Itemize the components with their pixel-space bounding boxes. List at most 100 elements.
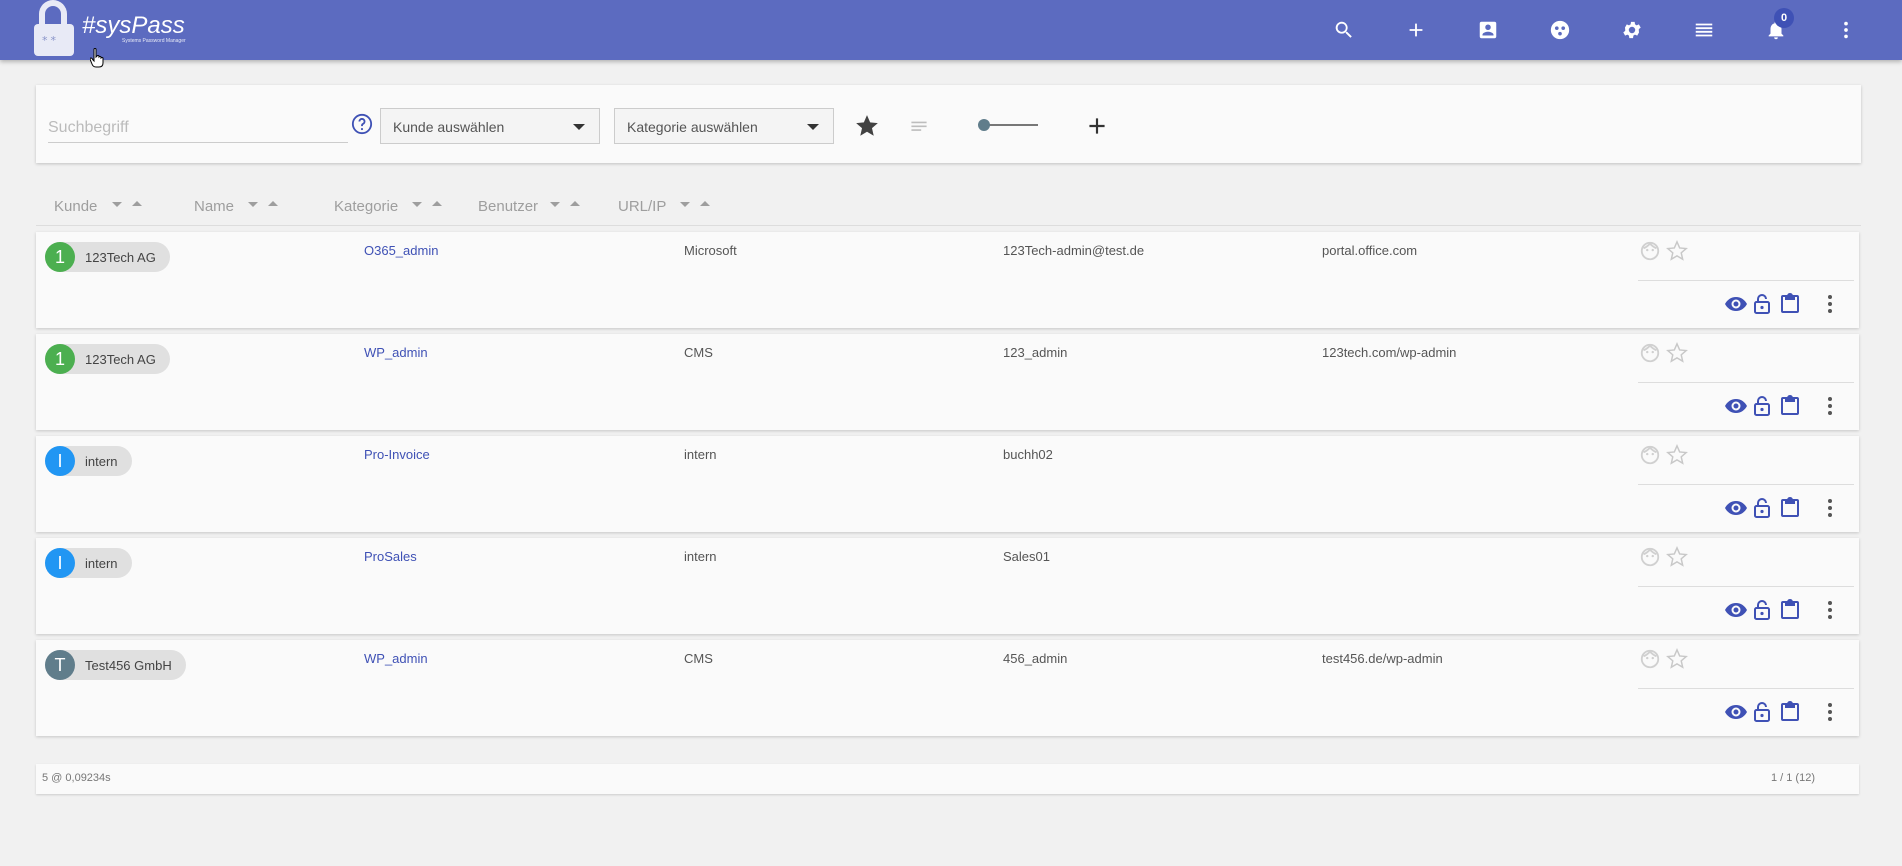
- sort-category[interactable]: Kategorie: [334, 198, 398, 215]
- account-url: portal.office.com: [1322, 243, 1418, 258]
- customer-select[interactable]: Kunde auswählen: [380, 108, 600, 144]
- view-eye-icon[interactable]: [1724, 394, 1748, 418]
- card-divider: [1638, 688, 1854, 689]
- customer-avatar: I: [45, 548, 75, 578]
- star-outline-icon[interactable]: [1666, 648, 1688, 670]
- search-icon[interactable]: [1328, 14, 1360, 46]
- copy-clipboard-icon[interactable]: [1778, 700, 1802, 724]
- view-eye-icon[interactable]: [1724, 292, 1748, 316]
- add-account-icon[interactable]: [1084, 113, 1110, 139]
- account-card: I intern ProSales intern Sales01: [36, 538, 1859, 634]
- view-eye-icon[interactable]: [1724, 598, 1748, 622]
- list-icon[interactable]: [1688, 14, 1720, 46]
- account-name-link[interactable]: Pro-Invoice: [364, 447, 430, 462]
- account-card: T Test456 GmbH WP_admin CMS 456_admin te…: [36, 640, 1859, 736]
- sort-user-label: Benutzer: [478, 198, 539, 215]
- sort-url-arrows[interactable]: [680, 196, 710, 207]
- notifications-button[interactable]: 0: [1760, 8, 1794, 46]
- sort-header: Kunde Name Kategorie Benutzer URL/IP: [36, 190, 1861, 226]
- sort-user-arrows[interactable]: [550, 196, 580, 207]
- sort-name-label: Name: [194, 198, 235, 215]
- private-face-icon[interactable]: [1639, 444, 1661, 466]
- slider-thumb[interactable]: [978, 119, 990, 131]
- customer-chip[interactable]: T Test456 GmbH: [45, 650, 186, 680]
- view-eye-icon[interactable]: [1724, 496, 1748, 520]
- sort-customer-arrows[interactable]: [112, 196, 142, 207]
- lock-stars: **: [42, 34, 59, 47]
- account-name-link[interactable]: WP_admin: [364, 651, 428, 666]
- sort-url[interactable]: URL/IP: [618, 198, 666, 215]
- view-password-lock-icon[interactable]: [1750, 394, 1774, 418]
- account-name-link[interactable]: O365_admin: [364, 243, 438, 258]
- sort-desc-icon[interactable]: [680, 202, 690, 207]
- sort-asc-icon[interactable]: [268, 201, 278, 206]
- customer-chip[interactable]: 1 123Tech AG: [45, 242, 170, 272]
- view-size-slider[interactable]: [978, 115, 1042, 135]
- sort-desc-icon[interactable]: [248, 202, 258, 207]
- account-url: 123tech.com/wp-admin: [1322, 345, 1457, 360]
- sort-asc-icon[interactable]: [132, 201, 142, 206]
- customer-chip[interactable]: I intern: [45, 446, 132, 476]
- sort-desc-icon[interactable]: [412, 202, 422, 207]
- sort-customer[interactable]: Kunde: [54, 198, 97, 215]
- star-outline-icon[interactable]: [1666, 444, 1688, 466]
- add-icon[interactable]: [1400, 14, 1432, 46]
- private-face-icon[interactable]: [1639, 546, 1661, 568]
- view-password-lock-icon[interactable]: [1750, 700, 1774, 724]
- more-actions-icon[interactable]: [1818, 496, 1842, 520]
- account-category: CMS: [684, 651, 713, 666]
- customer-avatar: 1: [45, 344, 75, 374]
- copy-clipboard-icon[interactable]: [1778, 598, 1802, 622]
- results-footer: 5 @ 0,09234s 1 / 1 (12): [36, 764, 1859, 794]
- more-actions-icon[interactable]: [1818, 700, 1842, 724]
- account-login: 123Tech-admin@test.de: [1003, 243, 1145, 258]
- settings-icon[interactable]: [1616, 14, 1648, 46]
- sort-asc-icon[interactable]: [700, 201, 710, 206]
- private-face-icon[interactable]: [1639, 342, 1661, 364]
- filter-list-icon[interactable]: [906, 113, 932, 139]
- copy-clipboard-icon[interactable]: [1778, 394, 1802, 418]
- help-icon[interactable]: [351, 113, 373, 135]
- private-face-icon[interactable]: [1639, 240, 1661, 262]
- sort-asc-icon[interactable]: [432, 201, 442, 206]
- notification-badge: 0: [1774, 8, 1794, 28]
- customer-avatar: I: [45, 446, 75, 476]
- customer-chip[interactable]: 1 123Tech AG: [45, 344, 170, 374]
- sort-user[interactable]: Benutzer: [478, 198, 538, 215]
- copy-clipboard-icon[interactable]: [1778, 292, 1802, 316]
- view-password-lock-icon[interactable]: [1750, 598, 1774, 622]
- favorites-star-icon[interactable]: [854, 113, 880, 139]
- copy-clipboard-icon[interactable]: [1778, 496, 1802, 520]
- category-select-label: Kategorie auswählen: [627, 119, 758, 135]
- sort-url-label: URL/IP: [618, 198, 667, 215]
- contacts-icon[interactable]: [1472, 14, 1504, 46]
- account-card: I intern Pro-Invoice intern buchh02: [36, 436, 1859, 532]
- customer-chip[interactable]: I intern: [45, 548, 132, 578]
- sort-desc-icon[interactable]: [112, 202, 122, 207]
- sort-category-arrows[interactable]: [412, 196, 442, 207]
- view-eye-icon[interactable]: [1724, 700, 1748, 724]
- sort-name-arrows[interactable]: [248, 196, 278, 207]
- more-actions-icon[interactable]: [1818, 394, 1842, 418]
- app-logo[interactable]: ** #sysPass Systems Password Manager: [32, 0, 192, 68]
- sort-name[interactable]: Name: [194, 198, 234, 215]
- private-face-icon[interactable]: [1639, 648, 1661, 670]
- more-vert-icon[interactable]: [1830, 14, 1862, 46]
- star-outline-icon[interactable]: [1666, 342, 1688, 364]
- star-outline-icon[interactable]: [1666, 240, 1688, 262]
- group-icon[interactable]: [1544, 14, 1576, 46]
- account-name-link[interactable]: WP_admin: [364, 345, 428, 360]
- chevron-down-icon: [573, 124, 585, 130]
- more-actions-icon[interactable]: [1818, 292, 1842, 316]
- category-select[interactable]: Kategorie auswählen: [614, 108, 834, 144]
- customer-name: 123Tech AG: [85, 351, 156, 367]
- hand-cursor-icon: [90, 48, 104, 68]
- sort-desc-icon[interactable]: [550, 202, 560, 207]
- more-actions-icon[interactable]: [1818, 598, 1842, 622]
- account-name-link[interactable]: ProSales: [364, 549, 417, 564]
- sort-asc-icon[interactable]: [570, 201, 580, 206]
- search-input[interactable]: [48, 113, 348, 143]
- view-password-lock-icon[interactable]: [1750, 292, 1774, 316]
- star-outline-icon[interactable]: [1666, 546, 1688, 568]
- view-password-lock-icon[interactable]: [1750, 496, 1774, 520]
